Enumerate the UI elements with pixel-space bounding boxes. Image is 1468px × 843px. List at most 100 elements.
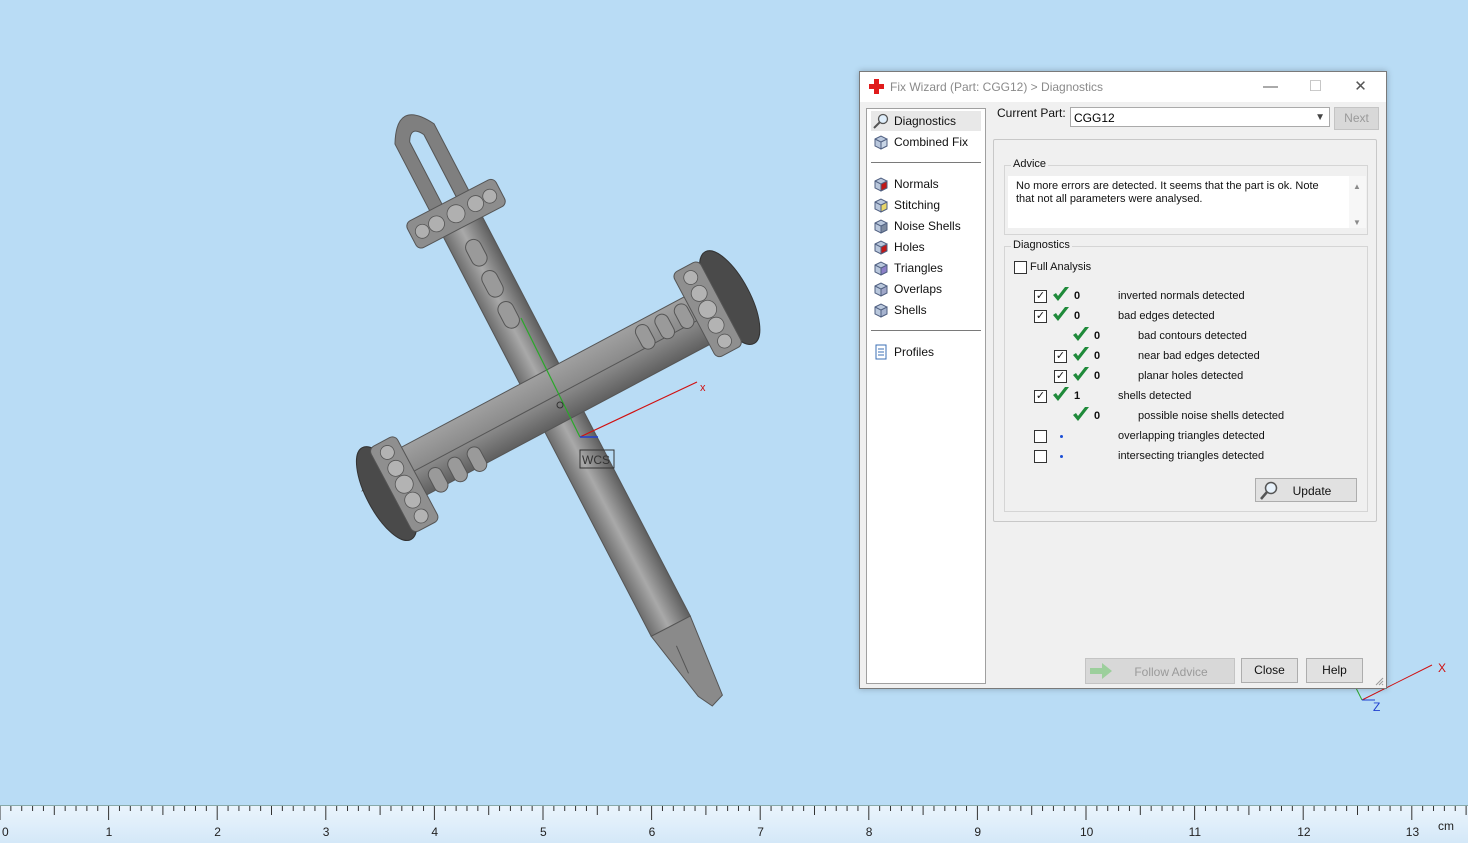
diagnostic-label: intersecting triangles detected bbox=[1118, 450, 1265, 462]
advice-group: Advice No more errors are detected. It s… bbox=[1004, 158, 1368, 235]
ruler-number: 12 bbox=[1297, 825, 1311, 839]
update-button[interactable]: Update bbox=[1255, 478, 1357, 502]
document-icon bbox=[875, 344, 887, 360]
diagnostics-title: Diagnostics bbox=[1011, 239, 1072, 251]
nav-item-label: Overlaps bbox=[894, 282, 943, 296]
diagnostic-label: overlapping triangles detected bbox=[1118, 430, 1265, 442]
pending-dot-icon bbox=[1060, 435, 1063, 438]
diagnostic-checkbox[interactable]: ✓ bbox=[1034, 390, 1047, 403]
pending-dot-icon bbox=[1060, 455, 1063, 458]
nav-item-combined-fix[interactable]: Combined Fix bbox=[871, 132, 981, 152]
follow-advice-button[interactable]: Follow Advice bbox=[1085, 658, 1235, 684]
diagnostic-checkbox[interactable]: ✓ bbox=[1034, 310, 1047, 323]
nav-separator bbox=[871, 162, 981, 163]
diagnostic-checkbox[interactable]: ✓ bbox=[1054, 350, 1067, 363]
diagnostic-checkbox[interactable] bbox=[1034, 430, 1047, 443]
holes-cube-icon bbox=[874, 240, 888, 255]
overlaps-cube-icon bbox=[874, 282, 888, 297]
green-check-icon bbox=[1053, 387, 1069, 401]
current-part-select[interactable]: CGG12 ▼ bbox=[1070, 107, 1330, 127]
nav-item-normals[interactable]: Normals bbox=[871, 174, 981, 194]
nav-item-label: Holes bbox=[894, 240, 925, 254]
maximize-button[interactable]: ☐ bbox=[1293, 72, 1338, 102]
nav-item-label: Noise Shells bbox=[894, 219, 961, 233]
advice-title: Advice bbox=[1011, 158, 1049, 170]
normals-cube-icon bbox=[874, 177, 888, 192]
chevron-down-icon: ▼ bbox=[1315, 112, 1325, 123]
current-part-label: Current Part: bbox=[997, 106, 1066, 120]
mini-axis-z-label: Z bbox=[1373, 700, 1380, 714]
title-bar[interactable]: Fix Wizard (Part: CGG12) > Diagnostics —… bbox=[860, 72, 1386, 102]
resize-grip-icon[interactable] bbox=[1374, 676, 1384, 686]
ruler-number: 7 bbox=[757, 825, 764, 839]
nav-item-label: Normals bbox=[894, 177, 939, 191]
nav-item-diagnostics[interactable]: Diagnostics bbox=[871, 111, 981, 131]
nav-item-noise-shells[interactable]: Noise Shells bbox=[871, 216, 981, 236]
diagnostic-count: 1 bbox=[1074, 390, 1081, 402]
ruler-number: 0 bbox=[2, 825, 9, 839]
diagnostics-panel: Advice No more errors are detected. It s… bbox=[993, 139, 1377, 522]
diagnostic-label: near bad edges detected bbox=[1138, 350, 1260, 362]
diagnostic-label: planar holes detected bbox=[1138, 370, 1244, 382]
follow-advice-label: Follow Advice bbox=[1134, 665, 1208, 679]
diagnostic-count: 0 bbox=[1094, 330, 1101, 342]
red-cross-icon bbox=[869, 79, 884, 94]
diagnostic-count: 0 bbox=[1094, 350, 1101, 362]
ruler-number: 5 bbox=[540, 825, 547, 839]
diagnostic-count: 0 bbox=[1094, 370, 1101, 382]
triangles-cube-icon bbox=[874, 261, 888, 276]
nav-item-stitching[interactable]: Stitching bbox=[871, 195, 981, 215]
diagnostic-label: bad contours detected bbox=[1138, 330, 1247, 342]
mini-axis-x-label: X bbox=[1438, 661, 1446, 675]
nav-item-triangles[interactable]: Triangles bbox=[871, 258, 981, 278]
green-check-icon bbox=[1073, 367, 1089, 381]
nav-item-label: Combined Fix bbox=[894, 135, 969, 149]
diagnostic-count: 0 bbox=[1094, 410, 1101, 422]
ruler-unit: cm bbox=[1438, 819, 1454, 833]
ruler-number: 9 bbox=[974, 825, 982, 839]
nav-item-profiles[interactable]: Profiles bbox=[871, 342, 981, 362]
diagnostic-label: shells detected bbox=[1118, 390, 1192, 402]
shells-cube-icon bbox=[874, 303, 888, 318]
full-analysis-checkbox[interactable] bbox=[1014, 261, 1027, 274]
advice-text: No more errors are detected. It seems th… bbox=[1016, 180, 1319, 205]
ruler-number: 6 bbox=[648, 825, 656, 839]
ruler-ticks bbox=[0, 806, 1467, 820]
ruler-number: 10 bbox=[1080, 825, 1094, 839]
advice-scrollbar[interactable]: ▲ ▼ bbox=[1349, 176, 1366, 228]
green-check-icon bbox=[1073, 327, 1089, 341]
wcs-label: WCS bbox=[582, 453, 610, 467]
nav-item-holes[interactable]: Holes bbox=[871, 237, 981, 257]
scroll-up-icon[interactable]: ▲ bbox=[1353, 180, 1361, 193]
stitching-cube-icon bbox=[874, 198, 888, 213]
bottom-ruler: 0 1 2 3 4 5 6 7 8 9 10 11 12 13 cm bbox=[0, 805, 1468, 843]
diagnostic-checkbox[interactable]: ✓ bbox=[1034, 290, 1047, 303]
noise-cube-icon bbox=[874, 219, 888, 234]
diagnostic-count: 0 bbox=[1074, 310, 1081, 322]
diagnostics-group: Diagnostics Full Analysis ✓ 0 inverted nor… bbox=[1004, 239, 1368, 512]
diagnostic-label: inverted normals detected bbox=[1118, 290, 1245, 302]
green-check-icon bbox=[1053, 287, 1069, 301]
ruler-number: 4 bbox=[431, 825, 439, 839]
advice-textbox[interactable]: No more errors are detected. It seems th… bbox=[1008, 176, 1366, 228]
nav-item-label: Shells bbox=[894, 303, 927, 317]
right-arrow-icon bbox=[1090, 663, 1112, 679]
nav-item-overlaps[interactable]: Overlaps bbox=[871, 279, 981, 299]
ruler-number: 8 bbox=[865, 825, 873, 839]
close-button[interactable]: Close bbox=[1241, 658, 1298, 683]
green-check-icon bbox=[1053, 307, 1069, 321]
diagnostic-checkbox[interactable] bbox=[1034, 450, 1047, 463]
next-button[interactable]: Next bbox=[1334, 107, 1379, 130]
nav-item-shells[interactable]: Shells bbox=[871, 300, 981, 320]
help-button[interactable]: Help bbox=[1306, 658, 1363, 683]
close-window-button[interactable]: ✕ bbox=[1338, 72, 1383, 102]
nav-item-label: Stitching bbox=[894, 198, 941, 212]
diagnostic-checkbox[interactable]: ✓ bbox=[1054, 370, 1067, 383]
ruler-number: 1 bbox=[105, 825, 113, 839]
minimize-button[interactable]: — bbox=[1248, 72, 1293, 102]
scroll-down-icon[interactable]: ▼ bbox=[1353, 216, 1361, 229]
diagnostic-label: bad edges detected bbox=[1118, 310, 1215, 322]
nav-item-label: Profiles bbox=[894, 345, 935, 359]
fix-wizard-dialog: Fix Wizard (Part: CGG12) > Diagnostics —… bbox=[859, 71, 1387, 689]
diagnostic-count: 0 bbox=[1074, 290, 1081, 302]
